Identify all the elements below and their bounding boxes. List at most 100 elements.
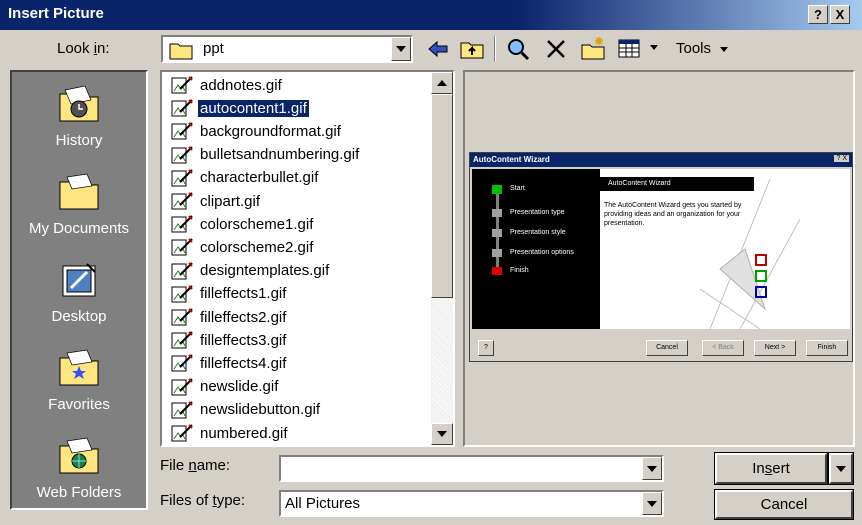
look-in-arrow[interactable] [391,37,411,61]
places-bar: History My Documents Desktop Favorites W… [10,70,148,510]
files-of-type-value: All Pictures [285,495,361,512]
file-name-arrow[interactable] [642,457,662,480]
place-my-documents[interactable]: My Documents [12,172,146,237]
file-name: characterbullet.gif [200,169,319,187]
views-dropdown-icon[interactable] [650,45,658,50]
preview-graphic [700,179,801,329]
gif-image-icon [171,401,193,419]
delete-icon[interactable] [543,36,569,62]
preview-step: Start [510,185,525,192]
file-name: filleffects1.gif [200,285,287,303]
tools-dropdown-icon [720,46,729,52]
tools-menu[interactable]: Tools [676,40,729,57]
place-favorites[interactable]: Favorites [12,348,146,413]
file-item[interactable]: colorscheme2.gif [170,236,315,258]
file-item[interactable]: clipart.gif [170,190,262,212]
file-name: colorscheme1.gif [200,215,314,233]
cancel-button[interactable]: Cancel [715,490,853,519]
window-title: Insert Picture [8,5,104,22]
gif-image-icon [171,377,193,396]
gif-image-icon [171,238,193,256]
title-bar: Insert Picture ? X [0,0,862,30]
file-item[interactable]: filleffects3.gif [170,329,288,351]
gif-image-icon [171,331,193,349]
insert-dropdown-button[interactable] [829,453,853,484]
files-of-type-dropdown[interactable]: All Pictures [279,490,664,517]
tools-label: Tools [676,40,712,57]
gif-image-icon [171,192,193,210]
file-item[interactable]: newslide.gif [170,376,280,398]
help-button[interactable]: ? [808,5,828,24]
file-name: newslide.gif [200,378,279,396]
file-item[interactable]: numbered.gif [170,422,290,444]
search-web-icon[interactable] [505,36,531,62]
place-label: History [55,132,103,149]
close-button[interactable]: X [830,5,850,24]
gif-image-icon [171,261,193,280]
gif-image-icon [171,215,193,233]
file-name: colorscheme2.gif [200,238,314,256]
file-item[interactable]: backgroundformat.gif [170,120,343,142]
file-name: bulletsandnumbering.gif [200,146,360,164]
file-item[interactable]: newslidebutton.gif [170,399,322,421]
place-label: My Documents [28,220,130,237]
gif-image-icon [171,122,193,140]
file-item[interactable]: designtemplates.gif [170,260,331,282]
scroll-thumb[interactable] [431,94,453,298]
views-icon[interactable] [616,36,642,62]
file-name: newslidebutton.gif [200,401,321,419]
file-item[interactable]: autocontent1.gif [170,97,310,119]
file-item[interactable]: colorscheme1.gif [170,213,315,235]
insert-button[interactable]: Insert [715,453,827,484]
file-list[interactable]: addnotes.gif autocontent1.gif backgroundfo… [160,70,455,447]
file-name: filleffects4.gif [200,354,287,372]
file-item[interactable]: filleffects2.gif [170,306,288,328]
preview-button: Cancel [646,340,688,356]
scroll-down-button[interactable] [431,423,453,445]
desktop-icon [62,263,96,297]
file-name: designtemplates.gif [200,262,330,280]
gif-image-icon [171,99,193,117]
preview-step: Presentation options [510,249,574,256]
scroll-up-button[interactable] [431,72,453,94]
look-in-value: ppt [203,40,224,57]
file-name-input[interactable] [279,455,664,482]
new-folder-icon[interactable] [580,36,606,62]
place-desktop[interactable]: Desktop [12,260,146,325]
file-item[interactable]: filleffects1.gif [170,283,288,305]
preview-button: Finish [806,340,848,356]
history-folder-icon [59,85,99,122]
gif-image-icon [171,354,193,372]
back-icon[interactable] [425,36,451,62]
gif-image-icon [171,424,193,442]
file-name: addnotes.gif [200,76,282,94]
up-folder-icon[interactable] [459,36,485,62]
place-label: Favorites [48,396,110,413]
preview-button: Next > [754,340,796,356]
place-history[interactable]: History [12,84,146,149]
file-item[interactable]: bulletsandnumbering.gif [170,144,361,166]
file-item[interactable]: filleffects4.gif [170,352,288,374]
look-in-dropdown[interactable]: ppt [161,35,413,63]
favorites-folder-icon [59,349,99,386]
file-name: numbered.gif [200,424,288,442]
place-web-folders[interactable]: Web Folders [12,436,146,501]
files-of-type-arrow[interactable] [642,492,662,515]
file-item[interactable]: characterbullet.gif [170,167,320,189]
place-label: Web Folders [36,484,122,501]
gif-image-icon [171,308,193,326]
file-list-scrollbar[interactable] [431,72,453,445]
gif-image-icon [171,145,193,164]
file-name: clipart.gif [200,192,261,210]
folder-icon [169,43,193,60]
preview-pane: AutoContent Wizard ? X Start Presentatio… [463,70,855,447]
preview-steps-panel: Start Presentation type Presentation sty… [472,169,602,329]
preview-step: Finish [510,267,529,274]
preview-step: Presentation style [510,229,566,236]
my-documents-folder-icon [59,173,99,210]
file-item[interactable]: addnotes.gif [170,74,284,96]
file-name: autocontent1.gif [197,98,310,118]
preview-help-icon: ? [478,340,494,356]
file-name: filleffects3.gif [200,331,287,349]
preview-content-panel: AutoContent Wizard The AutoContent Wizar… [600,169,850,329]
